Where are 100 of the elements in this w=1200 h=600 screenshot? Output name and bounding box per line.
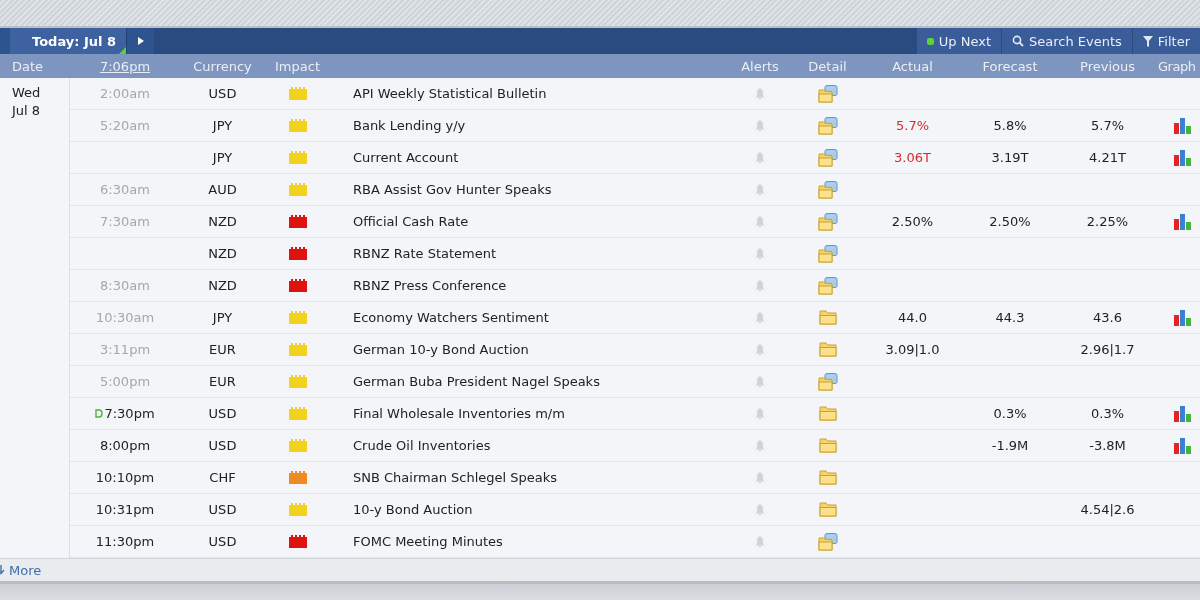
event-time: 10:30am	[95, 310, 155, 325]
event-title[interactable]: German 10-y Bond Auction	[353, 342, 529, 357]
folder-icon[interactable]	[818, 470, 837, 485]
event-title[interactable]: API Weekly Statistical Bulletin	[353, 86, 547, 101]
event-title[interactable]: RBNZ Rate Statement	[353, 246, 497, 261]
previous-value: 2.96|1.7	[1080, 342, 1135, 357]
event-title[interactable]: Bank Lending y/y	[353, 118, 466, 133]
event-time: 8:30am	[100, 278, 150, 293]
folder-icon[interactable]	[818, 502, 837, 517]
currency-code: USD	[208, 86, 237, 101]
actual-value: 2.50%	[891, 214, 934, 229]
event-time: 7:30pm	[104, 406, 155, 421]
bell-icon[interactable]	[755, 247, 765, 260]
event-title[interactable]: RBNZ Press Conference	[353, 278, 507, 293]
event-title[interactable]: FOMC Meeting Minutes	[353, 534, 503, 549]
event-time: 10:31pm	[95, 502, 155, 517]
search-events-button[interactable]: Search Events	[1001, 28, 1132, 54]
folder-icon[interactable]	[818, 406, 837, 421]
bell-icon[interactable]	[755, 311, 765, 324]
previous-value: 2.25%	[1086, 214, 1129, 229]
bell-icon[interactable]	[755, 407, 765, 420]
bell-icon[interactable]	[755, 183, 765, 196]
bell-icon[interactable]	[755, 503, 765, 516]
previous-header: Previous	[1080, 58, 1135, 74]
filter-button[interactable]: Filter	[1131, 28, 1200, 54]
bell-icon[interactable]	[755, 535, 765, 548]
folder-with-page-icon[interactable]	[817, 276, 838, 295]
folder-with-page-icon[interactable]	[817, 212, 838, 231]
arrow-right-icon	[137, 37, 144, 45]
actual-value: 3.09|1.0	[885, 342, 940, 357]
forecast-value: 3.19T	[991, 150, 1029, 165]
folder-with-page-icon[interactable]	[817, 116, 838, 135]
previous-value: -3.8M	[1089, 438, 1126, 453]
bar-chart-icon[interactable]	[1174, 405, 1192, 422]
bell-icon[interactable]	[755, 279, 765, 292]
actual-header: Actual	[892, 58, 933, 74]
folder-with-page-icon[interactable]	[817, 372, 838, 391]
actual-value: 3.06T	[894, 150, 931, 165]
bell-icon[interactable]	[755, 87, 765, 100]
currency-code: USD	[208, 406, 237, 421]
previous-value: 5.7%	[1091, 118, 1124, 133]
forecast-value: 44.3	[995, 310, 1025, 325]
forecast-value: 0.3%	[993, 406, 1027, 421]
actual-value: 44.0	[898, 310, 927, 325]
up-next-button[interactable]: Up Next	[915, 28, 1001, 54]
bell-icon[interactable]	[755, 151, 765, 164]
event-title[interactable]: Crude Oil Inventories	[353, 438, 491, 453]
folder-icon[interactable]	[818, 310, 837, 325]
folder-with-page-icon[interactable]	[817, 148, 838, 167]
currency-header: Currency	[193, 58, 252, 74]
folder-with-page-icon[interactable]	[817, 244, 838, 263]
event-title[interactable]: Economy Watchers Sentiment	[353, 310, 549, 325]
graph-header: Graph	[1158, 58, 1196, 74]
folder-with-page-icon[interactable]	[817, 180, 838, 199]
event-title[interactable]: Official Cash Rate	[353, 214, 469, 229]
bar-chart-icon[interactable]	[1174, 149, 1192, 166]
currency-code: USD	[208, 438, 237, 453]
next-day-button[interactable]	[126, 28, 155, 54]
bell-icon[interactable]	[755, 215, 765, 228]
impact-header: Impact	[275, 58, 320, 74]
bar-chart-icon[interactable]	[1174, 437, 1192, 454]
bell-icon[interactable]	[755, 119, 765, 132]
event-time: 5:00pm	[99, 374, 151, 389]
bell-icon[interactable]	[755, 439, 765, 452]
event-title[interactable]: SNB Chairman Schlegel Speaks	[353, 470, 558, 485]
bar-chart-icon[interactable]	[1174, 309, 1192, 326]
forecast-value: 5.8%	[993, 118, 1027, 133]
currency-code: JPY	[212, 118, 233, 133]
bell-icon[interactable]	[755, 471, 765, 484]
currency-code: NZD	[208, 214, 237, 229]
today-tab[interactable]: Today: Jul 8	[0, 28, 127, 54]
folder-icon[interactable]	[818, 342, 837, 357]
currency-code: EUR	[209, 342, 236, 357]
currency-code: NZD	[208, 278, 237, 293]
event-title[interactable]: Current Account	[353, 150, 459, 165]
folder-icon[interactable]	[818, 438, 837, 453]
event-title[interactable]: German Buba President Nagel Speaks	[353, 374, 600, 389]
forecast-value: 2.50%	[989, 214, 1031, 229]
folder-with-page-icon[interactable]	[817, 532, 838, 551]
currency-code: CHF	[209, 470, 236, 485]
bell-icon[interactable]	[755, 343, 765, 356]
bell-icon[interactable]	[755, 375, 765, 388]
currency-code: EUR	[209, 374, 236, 389]
previous-value: 4.21T	[1089, 150, 1126, 165]
event-title[interactable]: Final Wholesale Inventories m/m	[353, 406, 565, 421]
event-time: 5:20am	[100, 118, 150, 133]
search-icon	[1012, 35, 1024, 47]
event-time: 3:11pm	[99, 342, 151, 357]
forecast-value: -1.9M	[991, 438, 1029, 453]
event-time: 2:00am	[100, 86, 150, 101]
bar-chart-icon[interactable]	[1174, 117, 1192, 134]
day-label: Wed Jul 8	[12, 84, 42, 120]
event-title[interactable]: RBA Assist Gov Hunter Speaks	[353, 182, 552, 197]
bar-chart-icon[interactable]	[1174, 213, 1192, 230]
folder-with-page-icon[interactable]	[817, 84, 838, 103]
currency-code: USD	[208, 534, 237, 549]
event-title[interactable]: 10-y Bond Auction	[353, 502, 473, 517]
currency-code: NZD	[208, 246, 237, 261]
alerts-header: Alerts	[741, 58, 779, 74]
more-link[interactable]: More	[0, 562, 42, 578]
